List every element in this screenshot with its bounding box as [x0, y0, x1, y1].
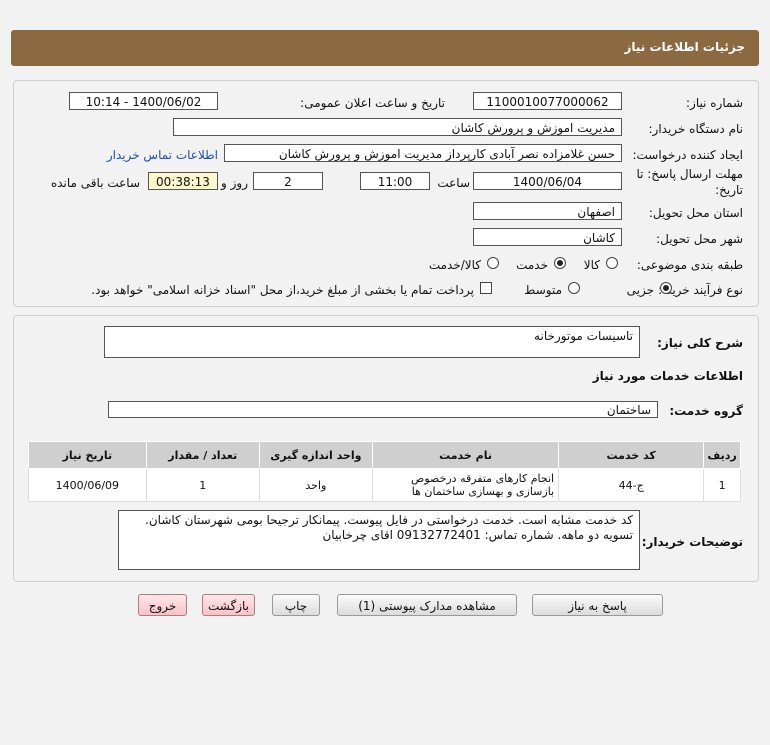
category-label: طبقه بندی موضوعی: — [636, 258, 743, 272]
service-group-label: گروه خدمت: — [669, 404, 743, 418]
remaining-time-field: 00:38:13 — [148, 172, 218, 190]
deadline-time-label: ساعت — [437, 176, 470, 190]
description-field: تاسیسات موتورخانه — [104, 326, 640, 358]
category-service-radio[interactable] — [554, 257, 566, 269]
category-service-label: خدمت — [516, 258, 548, 272]
category-goods-service-label: کالا/خدمت — [428, 258, 481, 272]
process-medium-label: متوسط — [524, 283, 562, 297]
treasury-payment-checkbox[interactable] — [480, 282, 492, 294]
city-field: کاشان — [473, 228, 622, 246]
province-label: استان محل تحویل: — [648, 206, 743, 220]
col-row: ردیف — [703, 441, 741, 469]
days-field: 2 — [253, 172, 323, 190]
buyer-org-field: مدیریت اموزش و پرورش کاشان — [173, 118, 622, 136]
info-panel — [13, 80, 759, 307]
back-button[interactable]: بازگشت — [202, 594, 255, 616]
buyer-org-label: نام دستگاه خریدار: — [648, 122, 744, 136]
cell-quantity: 1 — [145, 468, 260, 502]
service-group-field: ساختمان — [108, 401, 658, 418]
category-goods-service-radio[interactable] — [487, 257, 499, 269]
treasury-payment-note: پرداخت تمام یا بخشی از مبلغ خرید،از محل … — [91, 283, 474, 297]
col-quantity: تعداد / مقدار — [145, 441, 260, 469]
process-medium-radio[interactable] — [568, 282, 580, 294]
page-title: جزئیات اطلاعات نیاز — [624, 40, 745, 54]
cell-service-code: ج-44 — [558, 468, 705, 502]
province-field: اصفهان — [473, 202, 622, 220]
exit-button[interactable]: خروج — [138, 594, 187, 616]
deadline-time-field: 11:00 — [360, 172, 430, 190]
cell-unit: واحد — [258, 468, 373, 502]
services-section-title: اطلاعات خدمات مورد نیاز — [592, 369, 743, 383]
deadline-label-date: تاریخ: — [715, 183, 743, 197]
process-minor-radio[interactable] — [660, 282, 672, 294]
contact-buyer-link[interactable]: اطلاعات تماس خریدار — [107, 148, 218, 162]
col-unit: واحد اندازه گیری — [258, 441, 373, 469]
buyer-notes-label: توضیحات خریدار: — [641, 535, 743, 549]
buyer-notes-field: کد خدمت مشابه است. خدمت درخواستی در فایل… — [118, 510, 640, 570]
process-minor-label: جزیی — [626, 283, 654, 297]
category-goods-label: کالا — [583, 258, 600, 272]
requester-label: ایجاد کننده درخواست: — [632, 148, 743, 162]
page-header: جزئیات اطلاعات نیاز — [11, 30, 759, 66]
city-label: شهر محل تحویل: — [656, 232, 743, 246]
cell-service-name: انجام کارهای متفرقه درخصوص بازسازی و بهس… — [371, 468, 560, 502]
cell-need-date: 1400/06/09 — [28, 468, 147, 502]
announce-label: تاریخ و ساعت اعلان عمومی: — [300, 96, 445, 110]
announce-field: 1400/06/02 - 10:14 — [69, 92, 218, 110]
requester-field: حسن غلامزاده نصر آبادی کارپرداز مدیریت ا… — [224, 144, 622, 162]
col-need-date: تاریخ نیاز — [28, 441, 147, 469]
need-number-field: 1100010077000062 — [473, 92, 622, 110]
category-goods-radio[interactable] — [606, 257, 618, 269]
deadline-date-field: 1400/06/04 — [473, 172, 622, 190]
print-button[interactable]: چاپ — [272, 594, 320, 616]
remaining-label: ساعت باقی مانده — [50, 176, 140, 190]
table-row: 1 ج-44 انجام کارهای متفرقه درخصوص بازساز… — [28, 468, 741, 502]
need-number-label: شماره نیاز: — [686, 96, 743, 110]
col-service-code: کد خدمت — [558, 441, 705, 469]
description-label: شرح کلی نیاز: — [657, 336, 743, 350]
deadline-label: مهلت ارسال پاسخ: تا — [636, 167, 743, 181]
reply-button[interactable]: پاسخ به نیاز — [532, 594, 663, 616]
attachments-button[interactable]: مشاهده مدارک پیوستی (1) — [337, 594, 517, 616]
cell-row: 1 — [703, 468, 741, 502]
services-table: ردیف کد خدمت نام خدمت واحد اندازه گیری ت… — [28, 441, 741, 502]
col-service-name: نام خدمت — [371, 441, 560, 469]
days-label: روز و — [221, 176, 248, 190]
